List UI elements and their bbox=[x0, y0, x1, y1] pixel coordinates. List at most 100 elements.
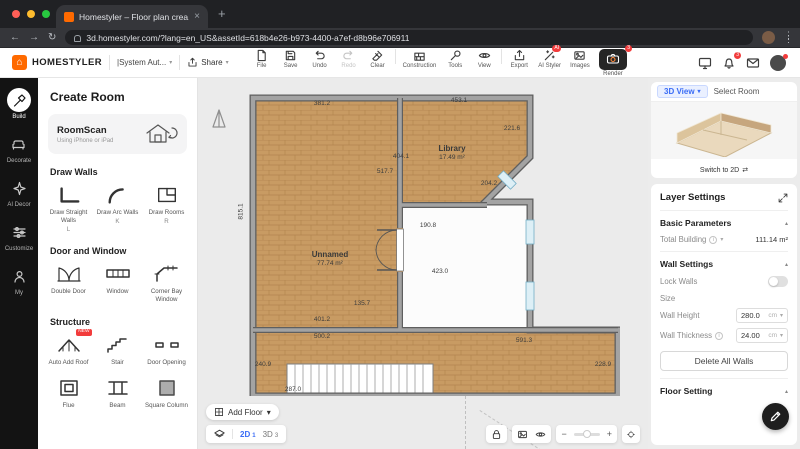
rail-item-my[interactable]: My bbox=[7, 264, 31, 296]
export-button[interactable]: Export bbox=[507, 49, 531, 69]
stairs[interactable] bbox=[287, 364, 433, 393]
lock-view-button[interactable] bbox=[486, 425, 507, 443]
basic-parameters-header[interactable]: Basic Parameters ▴ bbox=[660, 218, 788, 228]
view-preview-card: 3D View ▾ Select Room Switch to 2D ⇄ bbox=[651, 82, 797, 178]
zoom-out-button[interactable]: − bbox=[561, 430, 566, 439]
delete-all-walls-button[interactable]: Delete All Walls bbox=[660, 351, 788, 371]
tab-3d-view[interactable]: 3D View ▾ bbox=[657, 85, 708, 98]
close-window-button[interactable] bbox=[12, 10, 20, 18]
favicon bbox=[64, 12, 74, 22]
maximize-window-button[interactable] bbox=[42, 10, 50, 18]
locate-button[interactable] bbox=[622, 425, 640, 443]
reload-icon[interactable]: ↻ bbox=[48, 33, 56, 43]
user-avatar[interactable] bbox=[770, 55, 786, 71]
zoom-in-button[interactable]: + bbox=[607, 430, 612, 439]
back-icon[interactable]: ← bbox=[10, 33, 20, 43]
wall-thickness-input[interactable]: 24.00 cm ▾ bbox=[736, 328, 788, 343]
feedback-button[interactable] bbox=[762, 403, 789, 430]
add-floor-button[interactable]: Add Floor ▾ bbox=[206, 404, 279, 420]
tool-stair[interactable]: Stair bbox=[93, 333, 142, 367]
floor-plan-canvas[interactable]: Library 17.49 m² Unnamed 77.74 m² 381.2 … bbox=[198, 78, 648, 449]
share-button[interactable]: Share ▾ bbox=[187, 57, 228, 68]
wall-height-input[interactable]: 280.0 cm ▾ bbox=[736, 308, 788, 323]
zoom-slider[interactable] bbox=[574, 433, 600, 436]
switch-to-2d-button[interactable]: Switch to 2D ⇄ bbox=[694, 165, 754, 175]
monitor-icon bbox=[698, 56, 712, 70]
tool-auto-add-roof[interactable]: NEW Auto Add Roof bbox=[44, 333, 93, 367]
messages-button[interactable] bbox=[746, 56, 760, 70]
tool-beam[interactable]: Beam bbox=[93, 376, 142, 410]
file-button[interactable]: File bbox=[250, 49, 274, 69]
homestyler-logo[interactable]: ⌂ HOMESTYLER bbox=[12, 55, 102, 70]
section-door-window: Door and Window bbox=[50, 246, 185, 256]
collapse-icon: ▴ bbox=[785, 388, 788, 395]
draw-walls-grid: Draw Straight Walls L Draw Arc Walls K D… bbox=[44, 183, 191, 233]
tool-door-opening[interactable]: Door Opening bbox=[142, 333, 191, 367]
expand-icon[interactable] bbox=[778, 193, 788, 203]
minimize-window-button[interactable] bbox=[27, 10, 35, 18]
tool-double-door[interactable]: Double Door bbox=[44, 262, 93, 304]
tool-draw-straight-walls[interactable]: Draw Straight Walls L bbox=[44, 183, 93, 233]
browser-tab[interactable]: Homestyler – Floor plan crea... × bbox=[56, 5, 208, 28]
render-button[interactable]: 3 Render bbox=[597, 49, 629, 77]
window-controls[interactable] bbox=[12, 10, 50, 18]
lock-icon bbox=[74, 35, 81, 42]
construction-button[interactable]: Construction bbox=[401, 49, 439, 69]
guide-line bbox=[465, 396, 466, 449]
chevron-down-icon: ▾ bbox=[780, 332, 783, 339]
browser-profile-avatar[interactable] bbox=[762, 31, 775, 44]
eye-icon[interactable] bbox=[535, 429, 546, 440]
view-button[interactable]: View bbox=[472, 49, 496, 69]
info-icon[interactable]: i bbox=[709, 236, 717, 244]
rail-item-decorate[interactable]: Decorate bbox=[7, 132, 31, 164]
toolbar-tools: File Save Undo Redo Clear Construction T… bbox=[250, 49, 629, 77]
rail-item-customize[interactable]: Customize bbox=[5, 220, 33, 252]
tool-window[interactable]: Window bbox=[93, 262, 142, 304]
clear-button[interactable]: Clear bbox=[366, 49, 390, 69]
mail-icon bbox=[746, 56, 760, 70]
browser-menu-icon[interactable]: ⋮⋮ bbox=[784, 34, 790, 40]
tool-corner-bay-window[interactable]: Corner Bay Window bbox=[142, 262, 191, 304]
tab-close-icon[interactable]: × bbox=[194, 12, 200, 22]
images-button[interactable]: Images bbox=[568, 49, 592, 69]
tab-2d[interactable]: 2D1 bbox=[240, 430, 256, 439]
tab-3d[interactable]: 3D3 bbox=[263, 430, 279, 439]
layers-icon[interactable] bbox=[214, 429, 225, 440]
ai-styler-button[interactable]: AI AI Styler bbox=[536, 49, 563, 69]
info-icon[interactable]: i bbox=[715, 332, 723, 340]
floor-plan-drawing[interactable] bbox=[245, 90, 620, 396]
divider bbox=[179, 55, 180, 70]
tools-button[interactable]: Tools bbox=[443, 49, 467, 69]
redo-button[interactable]: Redo bbox=[337, 49, 361, 69]
new-tab-button[interactable]: + bbox=[218, 6, 226, 21]
floor-setting-header[interactable]: Floor Setting ▴ bbox=[660, 386, 788, 396]
project-name-dropdown[interactable]: |System Aut... ▾ bbox=[117, 58, 172, 67]
browser-tab-bar: Homestyler – Floor plan crea... × + bbox=[0, 0, 800, 28]
chevron-down-icon[interactable]: ▾ bbox=[720, 236, 723, 243]
wall-settings-header[interactable]: Wall Settings ▴ bbox=[660, 259, 788, 269]
dimension-label: 135.7 bbox=[354, 300, 370, 307]
camera-icon bbox=[606, 52, 620, 66]
zoom-slider-knob[interactable] bbox=[583, 430, 591, 438]
undo-button[interactable]: Undo bbox=[308, 49, 332, 69]
rail-item-ai-decor[interactable]: AI Decor bbox=[7, 176, 31, 208]
save-button[interactable]: Save bbox=[279, 49, 303, 69]
address-bar[interactable]: 3d.homestyler.com/?lang=en_US&assetId=61… bbox=[65, 30, 753, 45]
roomscan-card[interactable]: RoomScan Using iPhone or iPad bbox=[48, 114, 187, 154]
collapse-icon: ▴ bbox=[785, 220, 788, 227]
lock-walls-toggle[interactable] bbox=[768, 276, 788, 287]
display-button[interactable] bbox=[698, 56, 712, 70]
notifications-button[interactable]: 3 bbox=[722, 56, 736, 70]
rail-item-build[interactable]: Build bbox=[7, 88, 31, 120]
tool-draw-arc-walls[interactable]: Draw Arc Walls K bbox=[93, 183, 142, 233]
tool-square-column[interactable]: Square Column bbox=[142, 376, 191, 410]
section-draw-walls: Draw Walls bbox=[50, 167, 185, 177]
tab-select-room[interactable]: Select Room bbox=[714, 87, 760, 96]
image-icon[interactable] bbox=[517, 429, 528, 440]
forward-icon[interactable]: → bbox=[29, 33, 39, 43]
tool-flue[interactable]: Flue bbox=[44, 376, 93, 410]
3d-preview[interactable] bbox=[651, 102, 797, 159]
tool-draw-rooms[interactable]: Draw Rooms R bbox=[142, 183, 191, 233]
room-label-library[interactable]: Library 17.49 m² bbox=[417, 144, 487, 161]
room-label-unnamed[interactable]: Unnamed 77.74 m² bbox=[295, 250, 365, 267]
